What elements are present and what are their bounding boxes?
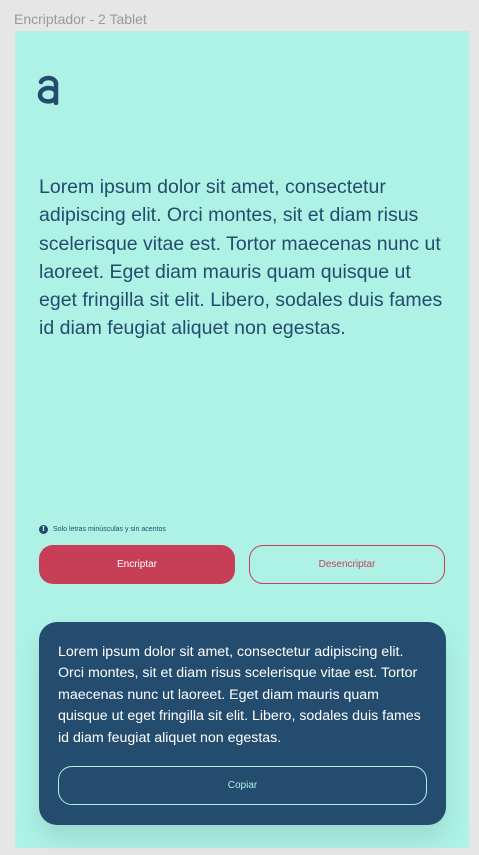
frame-title: Encriptador - 2 Tablet [14, 11, 147, 27]
message-input[interactable]: Lorem ipsum dolor sit amet, consectetur … [39, 173, 449, 343]
output-text: Lorem ipsum dolor sit amet, consectetur … [58, 644, 421, 746]
decrypt-button[interactable]: Desencriptar [249, 545, 445, 584]
input-hint: ! Solo letras minúsculas y sin acentos [39, 525, 166, 534]
encrypt-button[interactable]: Encriptar [39, 545, 235, 584]
copy-button[interactable]: Copiar [58, 766, 427, 805]
hint-text: Solo letras minúsculas y sin acentos [53, 526, 166, 533]
output-card: Lorem ipsum dolor sit amet, consectetur … [39, 622, 446, 825]
info-icon: ! [39, 525, 48, 534]
app-frame: Lorem ipsum dolor sit amet, consectetur … [15, 31, 469, 848]
alura-logo-icon [37, 75, 59, 105]
